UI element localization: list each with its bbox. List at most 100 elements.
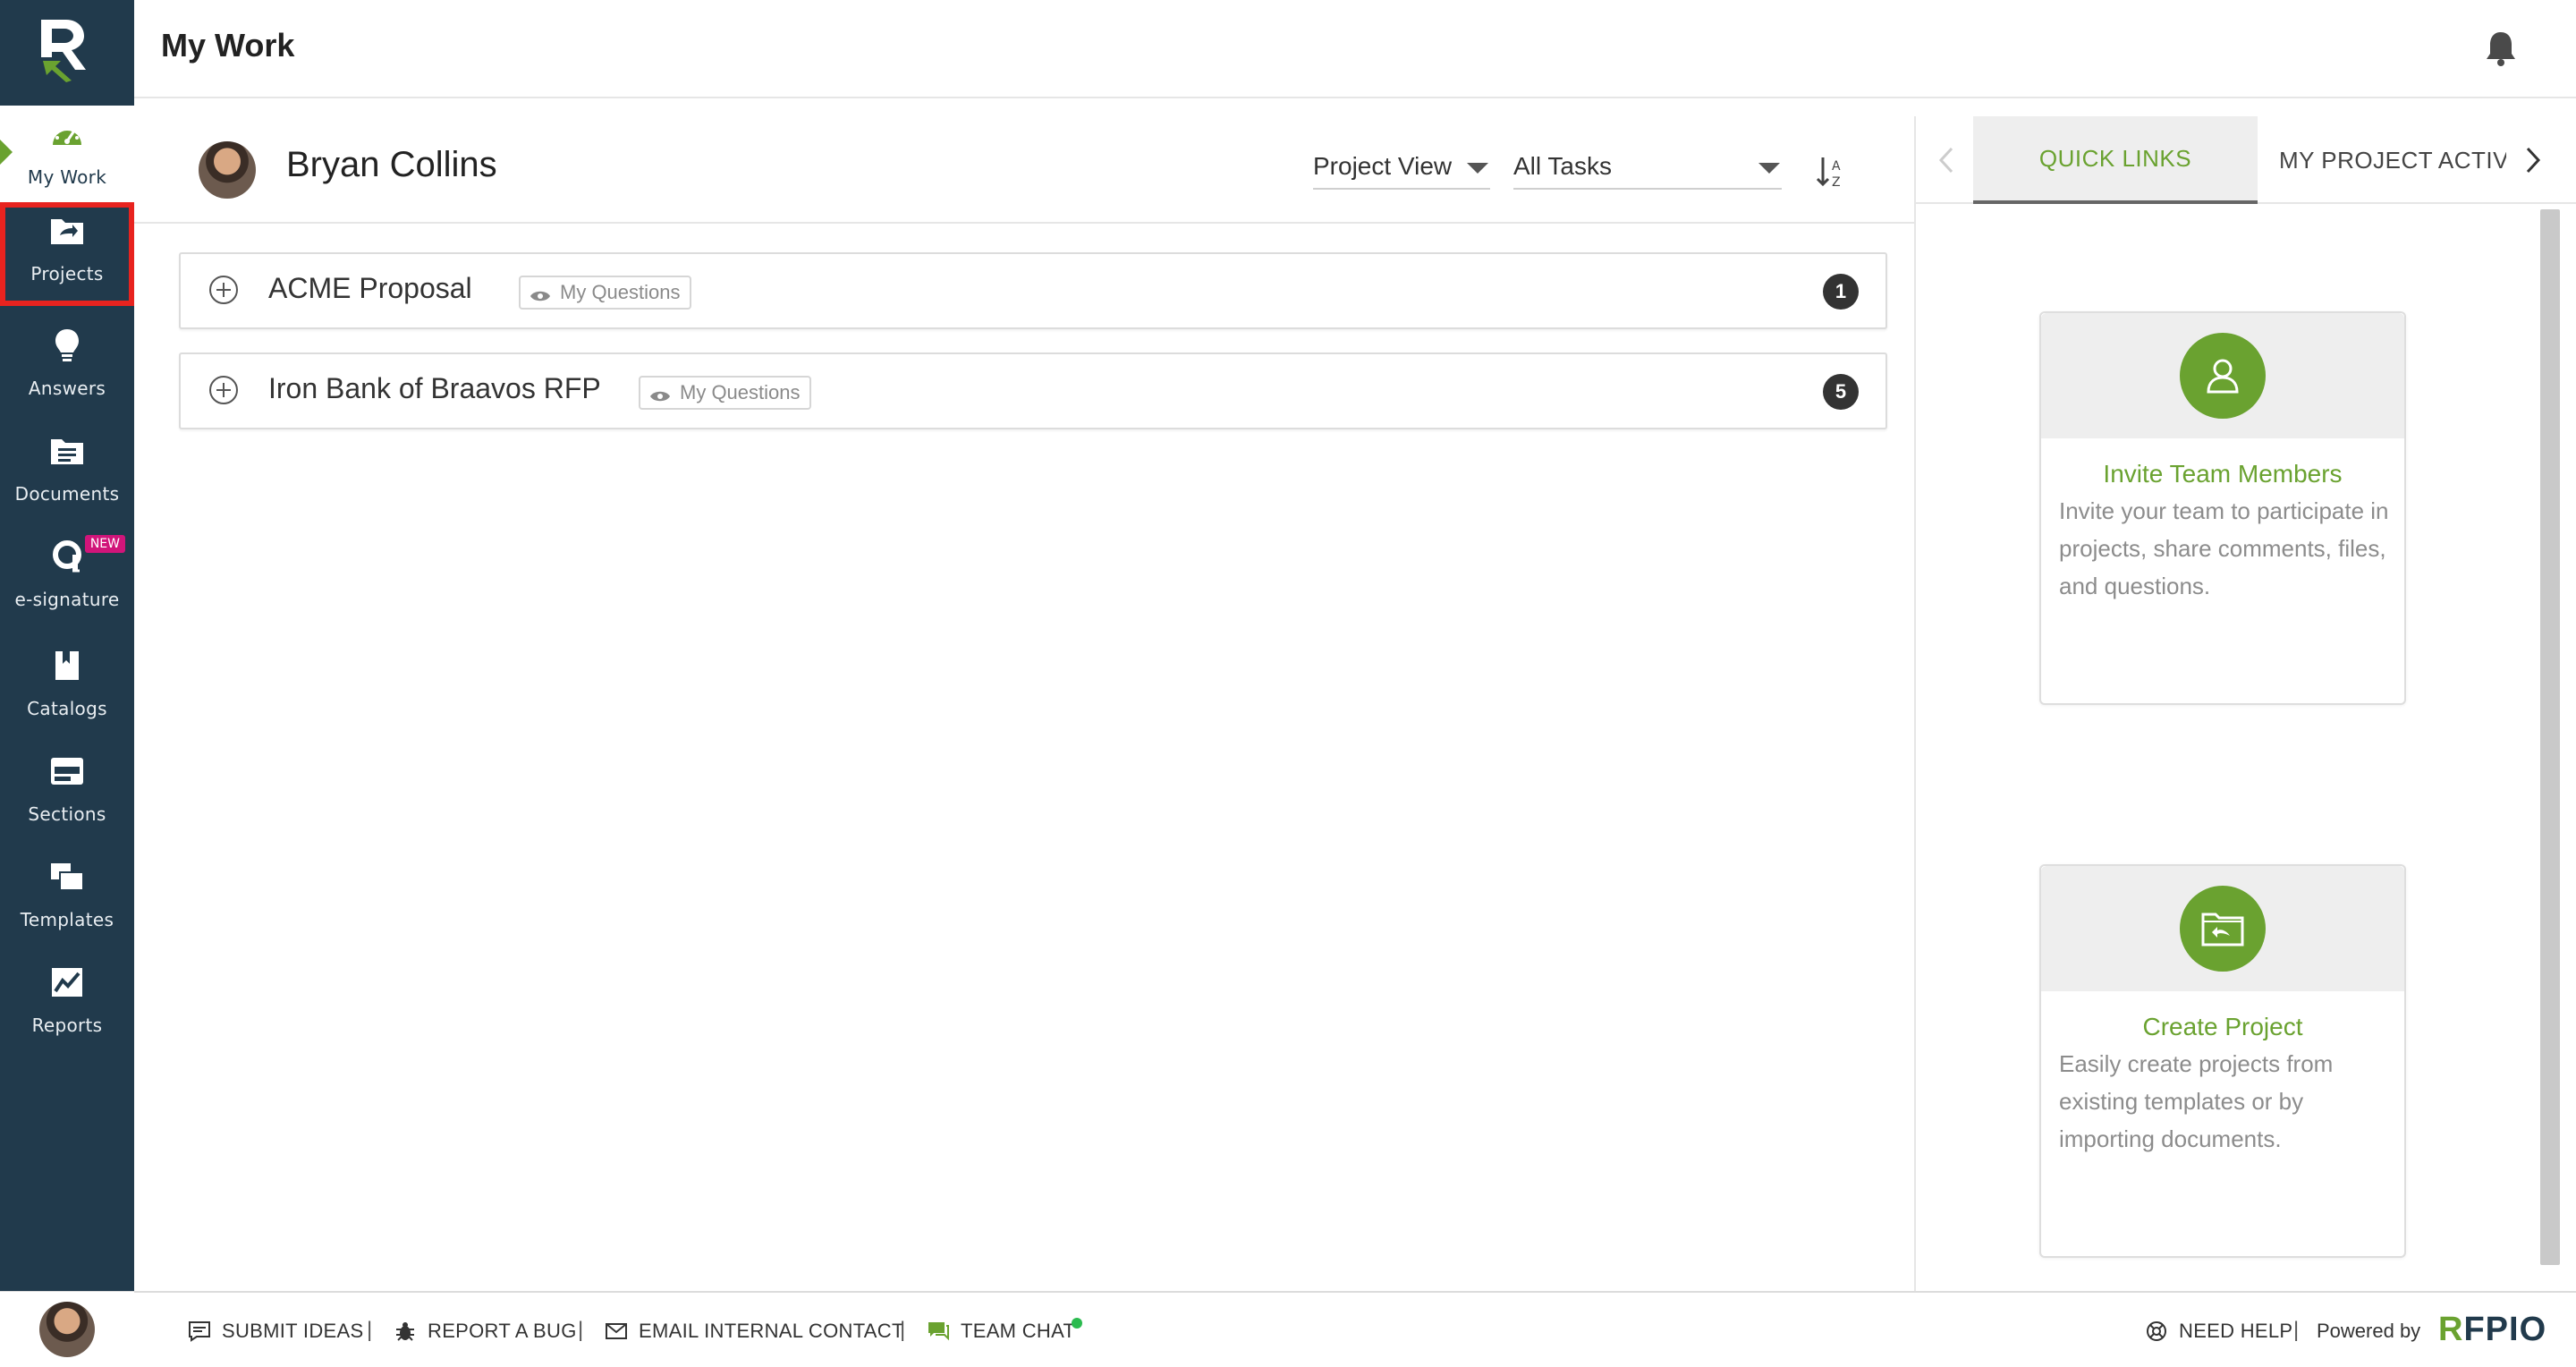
rfpio-logo-icon[interactable] — [36, 16, 93, 82]
need-help-link[interactable]: NEED HELP — [2145, 1320, 2292, 1343]
sidebar-item-label: Answers — [29, 378, 106, 399]
task-filter-select[interactable]: All Tasks — [1513, 145, 1782, 190]
svg-text:Z: Z — [1832, 175, 1841, 190]
submit-ideas-link[interactable]: SUBMIT IDEAS — [188, 1320, 363, 1343]
sidebar-item-label: My Work — [28, 166, 106, 188]
bug-icon — [394, 1320, 417, 1342]
online-status-dot — [1072, 1318, 1082, 1329]
user-icon — [2180, 333, 2266, 419]
templates-icon — [47, 857, 87, 896]
email-contact-label: EMAIL INTERNAL CONTACT — [639, 1320, 904, 1343]
sections-icon — [47, 751, 87, 791]
my-work-panel: Bryan Collins Project View All Tasks AZ … — [134, 98, 1914, 1291]
my-questions-tag[interactable]: My Questions — [639, 376, 811, 410]
sort-alpha-icon[interactable]: AZ — [1814, 154, 1850, 190]
need-help-label: NEED HELP — [2179, 1320, 2292, 1343]
svg-text:A: A — [1832, 159, 1841, 174]
new-badge: NEW — [85, 535, 125, 553]
sidebar-item-catalogs[interactable]: Catalogs — [0, 637, 134, 737]
documents-folder-icon — [47, 431, 87, 471]
speedometer-icon — [47, 115, 87, 154]
top-header: My Work — [134, 0, 2576, 98]
tag-label: My Questions — [680, 381, 801, 404]
project-row[interactable]: ACME Proposal My Questions 1 — [179, 252, 1887, 329]
sidebar-item-sections[interactable]: Sections — [0, 743, 134, 843]
tab-my-project-activity[interactable]: MY PROJECT ACTIVITI — [2279, 116, 2506, 204]
sidebar-item-templates[interactable]: Templates — [0, 848, 134, 948]
create-project-card[interactable]: Create Project Easily create projects fr… — [2039, 864, 2406, 1258]
tab-quick-links[interactable]: QUICK LINKS — [1973, 116, 2258, 204]
sidebar-item-documents[interactable]: Documents — [0, 422, 134, 522]
team-chat-label: TEAM CHAT — [961, 1320, 1075, 1343]
powered-by-text: Powered by — [2317, 1320, 2420, 1343]
rfpio-brand-logo: RFPIO — [2438, 1311, 2546, 1349]
catalog-icon — [47, 646, 87, 685]
avatar — [199, 141, 256, 199]
sidebar-item-my-work[interactable]: My Work — [0, 106, 134, 206]
lifebuoy-icon — [2145, 1320, 2168, 1342]
sidebar-item-e-signature[interactable]: NEW e-signature — [0, 528, 134, 637]
sidebar-item-label: e-signature — [14, 589, 119, 610]
view-select[interactable]: Project View — [1313, 145, 1490, 190]
scrollbar[interactable] — [2540, 209, 2560, 1265]
expand-plus-icon[interactable] — [208, 374, 240, 406]
task-filter-value: All Tasks — [1513, 152, 1612, 181]
email-icon — [605, 1320, 628, 1342]
chat-icon — [927, 1320, 950, 1342]
footer-separator: | — [2293, 1318, 2299, 1343]
sidebar-item-label: Documents — [15, 483, 120, 505]
invite-team-members-card[interactable]: Invite Team Members Invite your team to … — [2039, 311, 2406, 705]
sidebar-item-projects[interactable]: Projects — [0, 202, 134, 306]
notification-bell-icon[interactable] — [2479, 27, 2522, 70]
sidebar-item-label: Catalogs — [27, 698, 107, 719]
sidebar-user-area — [0, 1291, 134, 1367]
submit-ideas-label: SUBMIT IDEAS — [222, 1320, 363, 1343]
tag-label: My Questions — [560, 281, 681, 304]
folder-import-icon — [2180, 886, 2266, 972]
sidebar: My Work Projects Answers Documents NEW — [0, 0, 134, 1291]
eye-icon — [649, 386, 671, 400]
project-name: Iron Bank of Braavos RFP — [268, 372, 601, 405]
team-chat-link[interactable]: TEAM CHAT — [927, 1320, 1075, 1343]
my-questions-tag[interactable]: My Questions — [519, 276, 691, 310]
footer: SUBMIT IDEAS | REPORT A BUG | EMAIL INTE… — [134, 1291, 2576, 1367]
chevron-left-icon[interactable] — [1934, 145, 1959, 175]
user-name: Bryan Collins — [286, 145, 497, 185]
view-select-value: Project View — [1313, 152, 1452, 181]
project-name: ACME Proposal — [268, 272, 472, 305]
footer-separator: | — [900, 1318, 905, 1343]
sidebar-item-reports[interactable]: Reports — [0, 954, 134, 1054]
card-description: Invite your team to participate in proje… — [2059, 492, 2390, 605]
card-title: Invite Team Members — [2041, 460, 2404, 488]
sidebar-item-answers[interactable]: Answers — [0, 317, 134, 417]
report-bug-label: REPORT A BUG — [428, 1320, 577, 1343]
brand-text: FPIO — [2463, 1311, 2546, 1348]
card-title: Create Project — [2041, 1013, 2404, 1041]
chevron-down-icon — [1758, 163, 1780, 174]
avatar[interactable] — [39, 1302, 95, 1357]
user-bar: Bryan Collins Project View All Tasks AZ — [134, 98, 1914, 224]
footer-separator: | — [367, 1318, 372, 1343]
email-internal-contact-link[interactable]: EMAIL INTERNAL CONTACT — [605, 1320, 904, 1343]
sidebar-item-label: Reports — [32, 1015, 103, 1036]
question-count-badge: 5 — [1823, 374, 1859, 410]
lightbulb-icon — [47, 326, 87, 365]
chevron-down-icon — [1467, 163, 1488, 174]
card-header — [2041, 313, 2404, 438]
report-bug-link[interactable]: REPORT A BUG — [394, 1320, 577, 1343]
sidebar-item-label: Sections — [28, 803, 106, 825]
card-description: Easily create projects from existing tem… — [2059, 1045, 2390, 1158]
right-panel-tabs: QUICK LINKS MY PROJECT ACTIVITI — [1916, 116, 2576, 204]
folder-share-icon — [47, 211, 87, 250]
esignature-icon — [47, 537, 87, 576]
footer-separator: | — [578, 1318, 583, 1343]
question-count-badge: 1 — [1823, 274, 1859, 310]
chevron-right-icon[interactable] — [2521, 145, 2546, 175]
expand-plus-icon[interactable] — [208, 274, 240, 306]
comment-icon — [188, 1320, 211, 1342]
card-header — [2041, 866, 2404, 991]
sidebar-item-label: Templates — [21, 909, 114, 930]
app-root: My Work Projects Answers Documents NEW — [0, 0, 2576, 1367]
eye-icon — [530, 285, 551, 300]
project-row[interactable]: Iron Bank of Braavos RFP My Questions 5 — [179, 352, 1887, 429]
